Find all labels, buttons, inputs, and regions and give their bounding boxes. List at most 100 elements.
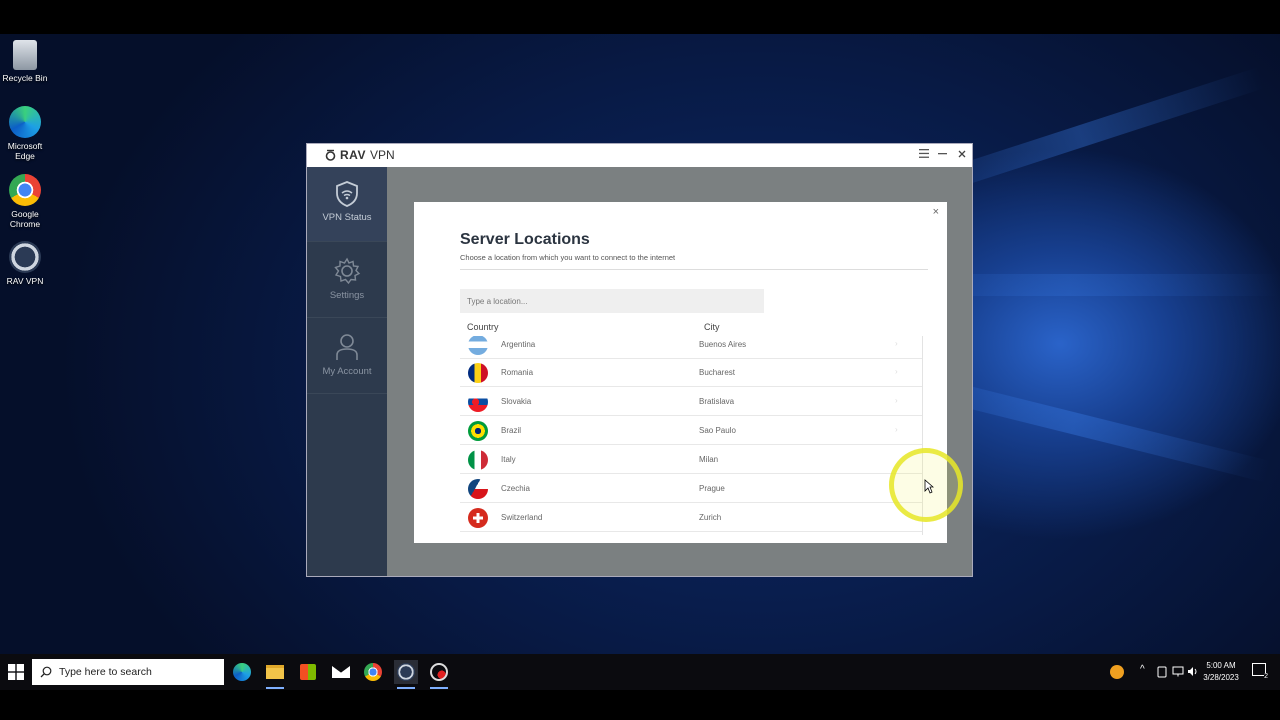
country-name: Slovakia <box>501 397 532 406</box>
slovakia-flag-icon <box>468 392 488 412</box>
shield-wifi-icon <box>336 181 358 207</box>
store-icon <box>300 664 316 680</box>
taskbar-file-explorer[interactable] <box>263 660 287 689</box>
tray-app-icon[interactable] <box>1110 665 1124 679</box>
location-search-input[interactable] <box>460 289 764 313</box>
server-row-slovakia[interactable]: Slovakia Bratislava › <box>460 388 922 416</box>
dialog-title: Server Locations <box>460 231 590 248</box>
city-name: Buenos Aires <box>699 340 747 349</box>
server-row-brazil[interactable]: Brazil Sao Paulo › <box>460 417 922 445</box>
mail-icon <box>332 666 350 678</box>
city-name: Zurich <box>699 513 722 522</box>
notification-center-button[interactable]: 2 <box>1252 663 1268 680</box>
app-logo: RAV VPN <box>325 148 395 162</box>
server-locations-dialog: × Server Locations Choose a location fro… <box>414 202 947 543</box>
italy-flag-icon <box>468 450 488 470</box>
chevron-right-icon: › <box>895 339 898 348</box>
country-name: Czechia <box>501 484 530 493</box>
minimize-button[interactable] <box>934 147 950 163</box>
minimize-icon <box>937 153 947 155</box>
server-list[interactable]: Argentina Buenos Aires › Romania Buchare… <box>460 336 923 535</box>
country-name: Italy <box>501 455 516 464</box>
taskbar-search-box[interactable]: Type here to search <box>32 659 224 685</box>
switzerland-flag-icon <box>468 508 488 528</box>
taskbar-store[interactable] <box>296 660 320 684</box>
taskbar-mail[interactable] <box>329 660 353 684</box>
dialog-close-button[interactable]: × <box>933 206 939 218</box>
server-row-italy[interactable]: Italy Milan <box>460 446 922 474</box>
close-window-button[interactable] <box>954 147 970 163</box>
clock-date: 3/28/2023 <box>1203 673 1239 682</box>
city-name: Bucharest <box>699 368 736 377</box>
nav-vpn-status[interactable]: VPN Status <box>307 167 387 242</box>
mouse-cursor-icon <box>924 479 934 494</box>
gear-icon <box>334 257 361 285</box>
desktop-icon-label: Recycle Bin <box>2 73 48 83</box>
title-bar[interactable]: RAV VPN <box>307 144 972 167</box>
notification-badge: 2 <box>1264 673 1268 680</box>
desktop-background: Recycle Bin Microsoft Edge Google Chrome… <box>0 34 1280 654</box>
chevron-right-icon: › <box>895 367 898 376</box>
windows-start-icon[interactable] <box>8 664 24 680</box>
server-row-switzerland[interactable]: Switzerland Zurich <box>460 504 922 532</box>
taskbar-chrome[interactable] <box>361 660 385 684</box>
nav-label: My Account <box>322 366 372 377</box>
folder-icon <box>266 665 284 679</box>
taskbar-rav-vpn[interactable] <box>394 660 418 689</box>
rav-logo-icon <box>325 149 336 161</box>
argentina-flag-icon <box>468 336 488 355</box>
desktop-icon-chrome[interactable]: Google Chrome <box>2 174 48 229</box>
taskbar-edge[interactable] <box>230 660 254 684</box>
brand-vpn: VPN <box>369 148 395 162</box>
column-header-country: Country <box>467 322 499 332</box>
desktop-icon-label: RAV VPN <box>6 276 44 286</box>
server-row-argentina[interactable]: Argentina Buenos Aires › <box>460 336 922 359</box>
network-icon[interactable] <box>1172 666 1184 677</box>
clock-time: 5:00 AM <box>1206 661 1236 670</box>
desktop-icon-rav-vpn[interactable]: RAV VPN <box>2 241 48 286</box>
divider <box>460 269 928 270</box>
rav-vpn-window: RAV VPN VPN Status Settings My Account ×… <box>306 143 973 577</box>
country-name: Romania <box>501 368 534 377</box>
romania-flag-icon <box>468 363 488 383</box>
nav-label: VPN Status <box>322 212 372 223</box>
city-name: Milan <box>699 455 719 464</box>
rav-vpn-icon <box>397 663 415 681</box>
desktop-icon-label: Google Chrome <box>9 209 41 229</box>
nav-settings[interactable]: Settings <box>307 243 387 318</box>
sidebar: VPN Status Settings My Account <box>307 167 387 576</box>
server-row-czechia[interactable]: Czechia Prague <box>460 475 922 503</box>
city-name: Sao Paulo <box>699 426 736 435</box>
taskbar-recorder[interactable] <box>427 660 451 689</box>
country-name: Switzerland <box>501 513 543 522</box>
taskbar: Type here to search ^ 5:00 AM 3/28/2023 … <box>0 654 1280 690</box>
taskbar-clock[interactable]: 5:00 AM 3/28/2023 <box>1196 660 1246 684</box>
chrome-icon <box>9 174 41 206</box>
czechia-flag-icon <box>468 479 488 499</box>
server-row-romania[interactable]: Romania Bucharest › <box>460 359 922 387</box>
recycle-bin-icon <box>13 40 37 70</box>
desktop-icon-edge[interactable]: Microsoft Edge <box>2 106 48 161</box>
city-name: Prague <box>699 484 725 493</box>
chevron-right-icon: › <box>895 396 898 405</box>
hamburger-icon <box>919 149 929 158</box>
user-icon <box>336 334 358 360</box>
edge-icon <box>9 106 41 138</box>
recorder-icon <box>430 663 448 681</box>
column-header-city: City <box>704 322 720 332</box>
nav-my-account[interactable]: My Account <box>307 319 387 394</box>
tray-meet-icon[interactable] <box>1157 666 1167 678</box>
edge-icon <box>233 663 251 681</box>
brazil-flag-icon <box>468 421 488 441</box>
menu-button[interactable] <box>916 147 932 163</box>
dialog-subtitle: Choose a location from which you want to… <box>460 253 676 262</box>
close-icon <box>958 150 966 158</box>
rav-vpn-icon <box>9 241 41 273</box>
screen: Recycle Bin Microsoft Edge Google Chrome… <box>0 0 1280 720</box>
nav-label: Settings <box>329 290 365 301</box>
country-name: Brazil <box>501 426 522 435</box>
desktop-icon-recycle-bin[interactable]: Recycle Bin <box>2 40 48 83</box>
search-icon <box>40 666 52 678</box>
show-hidden-icons-button[interactable]: ^ <box>1140 664 1145 675</box>
chrome-icon <box>364 663 382 681</box>
